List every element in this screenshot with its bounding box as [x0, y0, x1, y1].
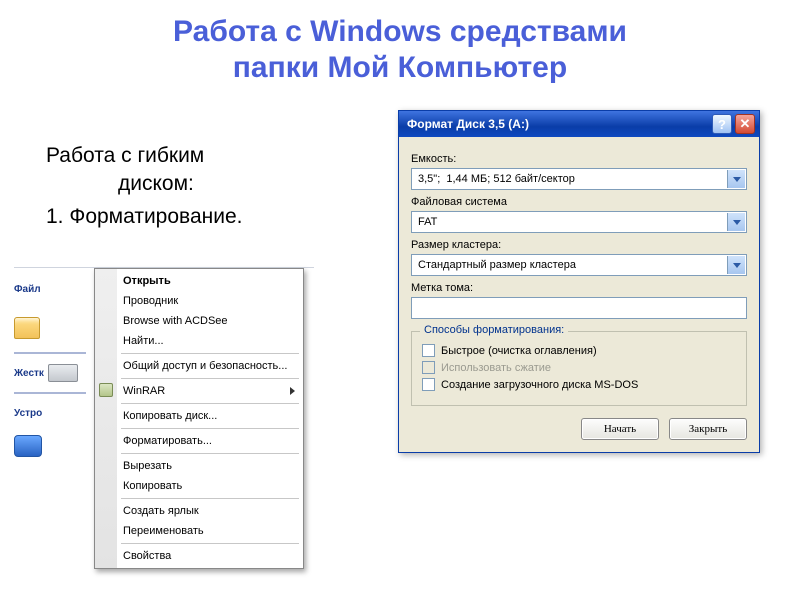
option-msdos-label: Создание загрузочного диска MS-DOS — [441, 379, 638, 391]
sidebar-row-file: Файл — [14, 274, 86, 308]
folder-icon — [14, 317, 40, 339]
device-icon — [14, 435, 42, 457]
cluster-select[interactable] — [411, 254, 747, 276]
context-menu: Открыть Проводник Browse with ACDSee Най… — [94, 268, 304, 569]
checkbox-icon[interactable] — [422, 378, 435, 391]
format-dialog: Формат Диск 3,5 (A:) ? ✕ Емкость: Файлов… — [398, 110, 760, 453]
sidebar-row-dev: Устро — [14, 398, 86, 432]
cm-sharing[interactable]: Общий доступ и безопасность... — [95, 356, 303, 376]
left-column: Работа с гибким диском: 1. Форматировани… — [46, 142, 356, 229]
cm-winrar-label: WinRAR — [123, 385, 165, 397]
slide-title-line2: папки Мой Компьютер — [0, 50, 800, 86]
format-options-group: Способы форматирования: Быстрое (очистка… — [411, 331, 747, 406]
label-capacity: Емкость: — [411, 153, 747, 165]
sidebar-label-file: Файл — [14, 284, 41, 295]
capacity-value[interactable] — [416, 172, 742, 186]
left-list-item-1: 1. Форматирование. — [46, 205, 356, 229]
label-filesystem: Файловая система — [411, 196, 747, 208]
drive-icon — [48, 364, 78, 382]
left-heading-l1: Работа с гибким — [46, 142, 356, 170]
chevron-down-icon[interactable] — [727, 170, 745, 188]
slide-title-line1: Работа с Windows средствами — [0, 14, 800, 50]
cm-format[interactable]: Форматировать... — [95, 431, 303, 451]
explorer-sidebar: Файл Жестк Устро — [14, 274, 86, 464]
cm-open[interactable]: Открыть — [95, 271, 303, 291]
option-msdos[interactable]: Создание загрузочного диска MS-DOS — [422, 378, 736, 391]
option-compress: Использовать сжатие — [422, 361, 736, 374]
chevron-down-icon[interactable] — [727, 213, 745, 231]
titlebar[interactable]: Формат Диск 3,5 (A:) ? ✕ — [399, 111, 759, 137]
filesystem-value[interactable] — [416, 215, 742, 229]
close-dialog-button[interactable]: Закрыть — [669, 418, 747, 440]
volume-input[interactable] — [411, 297, 747, 319]
cm-acdsee[interactable]: Browse with ACDSee — [95, 311, 303, 331]
dialog-title: Формат Диск 3,5 (A:) — [407, 117, 709, 131]
checkbox-icon[interactable] — [422, 344, 435, 357]
help-button[interactable]: ? — [712, 114, 732, 134]
cm-winrar[interactable]: WinRAR — [95, 381, 303, 401]
option-quick[interactable]: Быстрое (очистка оглавления) — [422, 344, 736, 357]
winrar-icon — [99, 383, 113, 397]
option-quick-label: Быстрое (очистка оглавления) — [441, 345, 597, 357]
explorer-panel: Файл Жестк Устро Открыть Проводник Brows… — [14, 264, 314, 464]
filesystem-select[interactable] — [411, 211, 747, 233]
label-volume: Метка тома: — [411, 282, 747, 294]
cm-copy[interactable]: Копировать — [95, 476, 303, 496]
cm-cut[interactable]: Вырезать — [95, 456, 303, 476]
close-button[interactable]: ✕ — [735, 114, 755, 134]
left-heading-l2: диском: — [46, 170, 356, 198]
sidebar-label-hard: Жестк — [14, 368, 44, 379]
chevron-down-icon[interactable] — [727, 256, 745, 274]
sidebar-label-dev: Устро — [14, 408, 42, 419]
slide-title: Работа с Windows средствами папки Мой Ко… — [0, 0, 800, 86]
cm-shortcut[interactable]: Создать ярлык — [95, 501, 303, 521]
options-legend: Способы форматирования: — [420, 324, 568, 336]
cm-copy-disk[interactable]: Копировать диск... — [95, 406, 303, 426]
volume-value[interactable] — [416, 301, 742, 315]
left-heading: Работа с гибким диском: — [46, 142, 356, 199]
label-cluster: Размер кластера: — [411, 239, 747, 251]
capacity-select[interactable] — [411, 168, 747, 190]
sidebar-row-hard: Жестк — [14, 358, 86, 392]
cm-explorer[interactable]: Проводник — [95, 291, 303, 311]
option-compress-label: Использовать сжатие — [441, 362, 551, 374]
cm-properties[interactable]: Свойства — [95, 546, 303, 566]
cluster-value[interactable] — [416, 258, 742, 272]
cm-rename[interactable]: Переименовать — [95, 521, 303, 541]
cm-find[interactable]: Найти... — [95, 331, 303, 351]
checkbox-icon — [422, 361, 435, 374]
start-button[interactable]: Начать — [581, 418, 659, 440]
